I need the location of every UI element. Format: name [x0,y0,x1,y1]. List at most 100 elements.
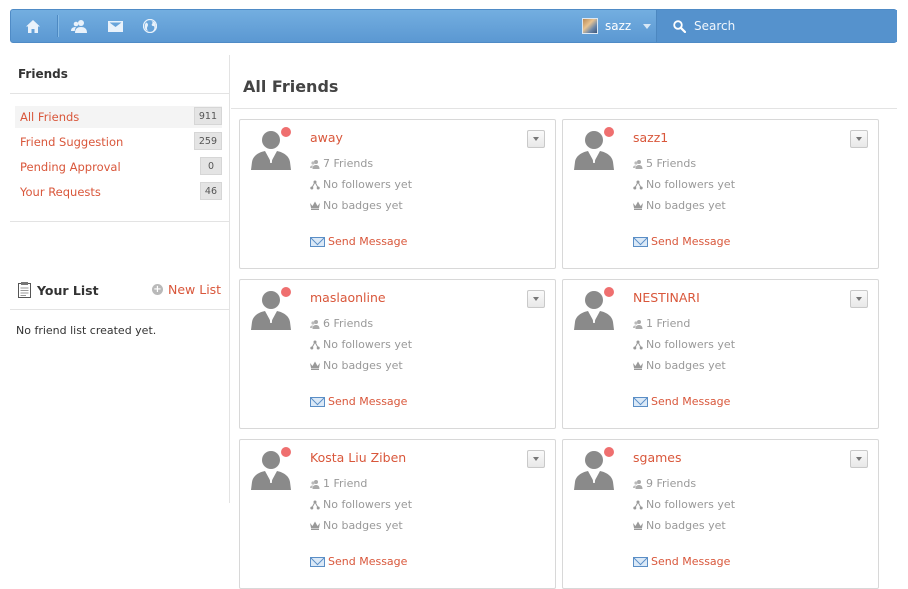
sidebar-item-your-requests[interactable]: Your Requests 46 [15,181,222,203]
badges-text: No badges yet [646,519,726,532]
sidebar-item-pending-approval[interactable]: Pending Approval 0 [15,156,222,178]
sidebar-item-all-friends[interactable]: All Friends 911 [15,106,222,128]
friends-icon [633,159,643,169]
mail-icon[interactable] [95,10,135,42]
online-status-dot [281,447,291,457]
count-badge: 911 [193,107,222,125]
friends-count: 5 Friends [633,157,696,170]
friend-name-link[interactable]: sazz1 [633,130,668,145]
online-status-dot [604,447,614,457]
friend-name-link[interactable]: sgames [633,450,682,465]
send-message-label: Send Message [328,395,408,408]
followers-count: No followers yet [633,178,735,191]
followers-icon [310,340,320,349]
send-message-link[interactable]: Send Message [633,235,730,248]
card-menu-button[interactable] [850,450,868,468]
friends-count-text: 5 Friends [646,157,697,170]
card-menu-button[interactable] [850,130,868,148]
chevron-down-icon [643,23,652,29]
notepad-icon [18,282,31,298]
new-list-label: New List [168,282,222,297]
your-list-heading: Your List [18,282,99,298]
followers-count: No followers yet [633,338,735,351]
crown-icon [633,201,643,210]
friends-count-text: 6 Friends [323,317,374,330]
card-menu-button[interactable] [850,290,868,308]
friends-icon [310,159,320,169]
crown-icon [310,361,320,370]
sidebar: Friends All Friends 911 Friend Suggestio… [10,55,230,503]
friend-name-link[interactable]: NESTINARI [633,290,700,305]
friends-count: 6 Friends [310,317,373,330]
envelope-icon [633,236,648,247]
followers-count: No followers yet [633,498,735,511]
friend-name-link[interactable]: away [310,130,343,145]
friends-count-text: 7 Friends [323,157,374,170]
friend-card: away 7 Friends No followers yet No badge… [239,119,556,269]
send-message-label: Send Message [328,235,408,248]
card-menu-button[interactable] [527,450,545,468]
top-navigation-bar: sazz [10,9,897,43]
send-message-label: Send Message [328,555,408,568]
count-badge: 0 [200,157,222,175]
chevron-down-icon [533,457,539,461]
count-badge: 259 [193,132,222,150]
online-status-dot [281,287,291,297]
chevron-down-icon [533,137,539,141]
friends-count: 1 Friend [633,317,690,330]
online-status-dot [604,287,614,297]
followers-count: No followers yet [310,498,412,511]
badges-count: No badges yet [633,519,726,532]
divider [10,93,229,94]
friends-icon [633,319,643,329]
new-list-button[interactable]: + New List [152,282,221,297]
badges-count: No badges yet [310,199,403,212]
friends-icon[interactable] [59,10,99,42]
badges-count: No badges yet [310,519,403,532]
send-message-link[interactable]: Send Message [310,395,407,408]
friend-card: NESTINARI 1 Friend No followers yet No b… [562,279,879,429]
user-name: sazz [605,19,632,33]
crown-icon [310,521,320,530]
badges-text: No badges yet [323,359,403,372]
envelope-icon [633,556,648,567]
send-message-link[interactable]: Send Message [310,235,407,248]
friends-count: 1 Friend [310,477,367,490]
badges-count: No badges yet [310,359,403,372]
sidebar-title: Friends [18,67,68,81]
friends-icon [310,479,320,489]
friends-count-text: 1 Friend [323,477,368,490]
search-icon [673,19,686,33]
send-message-link[interactable]: Send Message [633,395,730,408]
envelope-icon [310,396,325,407]
friend-name-link[interactable]: maslaonline [310,290,386,305]
send-message-link[interactable]: Send Message [633,555,730,568]
followers-icon [633,340,643,349]
search-input[interactable] [694,19,884,33]
divider [10,221,229,222]
user-menu[interactable]: sazz [582,10,652,42]
envelope-icon [310,236,325,247]
card-menu-button[interactable] [527,130,545,148]
badges-count: No badges yet [633,199,726,212]
chevron-down-icon [856,297,862,301]
followers-icon [633,180,643,189]
search-box [656,10,897,42]
badges-text: No badges yet [323,199,403,212]
card-menu-button[interactable] [527,290,545,308]
sidebar-item-friend-suggestion[interactable]: Friend Suggestion 259 [15,131,222,153]
followers-text: No followers yet [646,498,736,511]
send-message-link[interactable]: Send Message [310,555,407,568]
crown-icon [310,201,320,210]
envelope-icon [633,396,648,407]
online-status-dot [281,127,291,137]
user-avatar [582,18,598,34]
globe-icon[interactable] [130,10,170,42]
count-badge: 46 [199,182,222,200]
followers-text: No followers yet [646,178,736,191]
friends-count: 7 Friends [310,157,373,170]
home-icon[interactable] [13,10,53,42]
plus-icon: + [152,284,163,295]
crown-icon [633,361,643,370]
friend-name-link[interactable]: Kosta Liu Ziben [310,450,406,465]
